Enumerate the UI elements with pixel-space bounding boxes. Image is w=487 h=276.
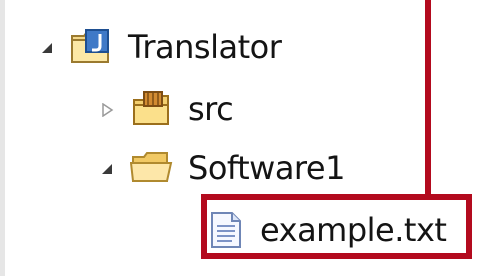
java-project-folder-icon (70, 28, 114, 66)
panel-edge (0, 0, 5, 276)
folder-icon (129, 149, 174, 187)
software1-label: Software1 (188, 149, 345, 187)
project-label: Translator (128, 28, 282, 66)
annotation-highlight-box (201, 194, 472, 259)
tree-item-translator[interactable]: Translator (40, 22, 282, 72)
source-package-folder-icon (130, 90, 174, 128)
tree-item-src[interactable]: src (100, 84, 234, 134)
src-label: src (188, 90, 234, 128)
collapsed-twisty-icon[interactable] (100, 102, 114, 118)
expanded-twisty-icon[interactable] (100, 161, 114, 175)
annotation-line (425, 0, 431, 196)
project-explorer-tree: Translator src Software1 example.txt (0, 0, 487, 276)
tree-item-software1[interactable]: Software1 (100, 143, 345, 193)
expanded-twisty-icon[interactable] (40, 40, 54, 54)
